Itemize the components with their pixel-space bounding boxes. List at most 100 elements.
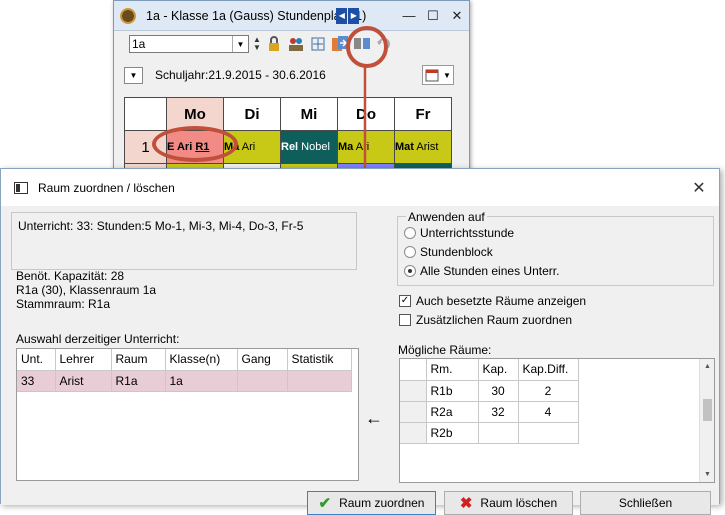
- table-cell: 32: [478, 401, 519, 423]
- day-header[interactable]: Di: [223, 97, 281, 131]
- close-button-label: Schließen: [618, 496, 673, 510]
- radio-label: Alle Stunden eines Unterr.: [420, 264, 560, 278]
- row-header: [400, 422, 427, 444]
- radio-label: Unterrichtsstunde: [420, 226, 515, 240]
- close-icon[interactable]: ✕: [679, 178, 719, 198]
- table-cell: 33: [17, 370, 56, 392]
- teachers-icon[interactable]: [287, 35, 305, 53]
- table-cell: Arist: [55, 370, 112, 392]
- delete-x-icon: ✖: [459, 495, 473, 512]
- column-header[interactable]: Kap.Diff.: [518, 359, 579, 381]
- arrow-left-icon: ←: [365, 408, 383, 428]
- table-cell: R1b: [426, 380, 479, 402]
- timetable-subbar: ▼ Schuljahr:21.9.2015 - 30.6.2016 ▼: [124, 61, 454, 89]
- lesson-subject: Ma: [338, 141, 354, 153]
- table-row[interactable]: R2a 32 4: [400, 401, 579, 423]
- class-select-value: 1a: [132, 37, 146, 51]
- lesson-subject: Rel: [281, 141, 299, 153]
- lesson-teacher: Nobel: [298, 141, 330, 153]
- delete-room-button[interactable]: ✖ Raum löschen: [444, 491, 573, 515]
- chevron-down-icon: ▼: [443, 70, 451, 80]
- radio-label: Stundenblock: [420, 245, 493, 259]
- lesson-info-text: Unterricht: 33: Stunden:5 Mo-1, Mi-3, Mi…: [18, 219, 304, 233]
- lesson-teacher: Arist: [413, 141, 439, 153]
- maximize-icon[interactable]: ☐: [421, 8, 445, 24]
- checkbox-besetzte-raeume[interactable]: ✓ Auch besetzte Räume anzeigen: [399, 294, 586, 308]
- table-row[interactable]: 33 Arist R1a 1a: [17, 370, 352, 392]
- row-header: [400, 401, 427, 423]
- column-header[interactable]: Unt.: [17, 349, 56, 371]
- rooms-scrollbar[interactable]: ▲ ▼: [699, 359, 714, 482]
- scroll-up-icon[interactable]: ▲: [700, 359, 715, 374]
- column-header[interactable]: Kap.: [478, 359, 519, 381]
- table-row[interactable]: R1b 30 2: [400, 380, 579, 402]
- dialog-titlebar: Raum zuordnen / löschen ✕: [1, 169, 719, 206]
- room-assign-dialog: Raum zuordnen / löschen ✕ Unterricht: 33…: [0, 168, 720, 515]
- lesson-info-box: Unterricht: 33: Stunden:5 Mo-1, Mi-3, Mi…: [11, 212, 357, 270]
- column-header[interactable]: Statistik: [287, 349, 352, 371]
- table-cell: [237, 370, 288, 392]
- timetable-nav: ◀ ▶: [336, 7, 360, 24]
- radio-dot: [404, 246, 416, 258]
- radio-dot: [404, 227, 416, 239]
- dialog-window-icon: [14, 181, 28, 194]
- scroll-thumb[interactable]: [703, 399, 712, 421]
- radio-unterrichtsstunde[interactable]: Unterrichtsstunde: [404, 226, 514, 240]
- next-arrow-icon[interactable]: ▶: [348, 7, 360, 24]
- row-header-corner: [400, 359, 427, 381]
- chevron-down-icon: ▼: [232, 36, 248, 52]
- required-capacity-label: Benöt. Kapazität: 28: [16, 269, 125, 283]
- options-dropdown-button[interactable]: ▼: [124, 66, 143, 84]
- window-controls: — ☐ ✕: [397, 8, 469, 24]
- lesson-cell[interactable]: Rel Nobel: [280, 130, 338, 164]
- table-cell: [287, 370, 352, 392]
- move-icon[interactable]: [309, 35, 327, 53]
- highlight-oval-lesson-cell: [152, 126, 238, 162]
- highlight-oval-room-button: [346, 26, 388, 68]
- table-row[interactable]: R2b: [400, 422, 579, 444]
- class-select[interactable]: 1a ▼: [129, 35, 249, 53]
- column-header[interactable]: Rm.: [426, 359, 479, 381]
- current-lesson-label: Auswahl derzeitiger Unterricht:: [16, 332, 180, 346]
- assign-room-label: Raum zuordnen: [339, 496, 425, 510]
- day-header[interactable]: Fr: [394, 97, 452, 131]
- table-cell: 4: [518, 401, 579, 423]
- corner-cell: [124, 97, 167, 131]
- radio-stundenblock[interactable]: Stundenblock: [404, 245, 493, 259]
- column-header[interactable]: Raum: [111, 349, 166, 371]
- home-room-label: Stammraum: R1a: [16, 297, 111, 311]
- table-cell: [518, 422, 579, 444]
- row-header: [400, 380, 427, 402]
- prev-arrow-icon[interactable]: ◀: [336, 7, 348, 24]
- column-header[interactable]: Gang: [237, 349, 288, 371]
- lesson-cell[interactable]: Mat Arist: [394, 130, 452, 164]
- close-button[interactable]: Schließen: [580, 491, 711, 515]
- apply-to-group: Anwenden auf Unterrichtsstunde Stundenbl…: [397, 210, 714, 286]
- dialog-title: Raum zuordnen / löschen: [38, 180, 175, 195]
- table-cell: 30: [478, 380, 519, 402]
- calendar-dropdown[interactable]: ▼: [422, 65, 454, 85]
- table-cell: R2a: [426, 401, 479, 423]
- minimize-icon[interactable]: —: [397, 8, 421, 24]
- assign-room-button[interactable]: ✔ Raum zuordnen: [307, 491, 436, 515]
- lesson-header-row: Unt. Lehrer Raum Klasse(n) Gang Statistik: [17, 349, 352, 371]
- table-cell: [478, 422, 519, 444]
- close-icon[interactable]: ✕: [445, 8, 469, 24]
- day-header[interactable]: Mi: [280, 97, 338, 131]
- column-header[interactable]: Klasse(n): [165, 349, 238, 371]
- calendar-icon: [425, 69, 439, 82]
- schuljahr-label: Schuljahr:21.9.2015 - 30.6.2016: [155, 68, 326, 82]
- radio-alle-stunden[interactable]: Alle Stunden eines Unterr.: [404, 264, 559, 278]
- delete-room-label: Raum löschen: [480, 496, 558, 510]
- table-cell: R2b: [426, 422, 479, 444]
- check-icon: ✔: [318, 495, 332, 512]
- column-header[interactable]: Lehrer: [55, 349, 112, 371]
- scroll-down-icon[interactable]: ▼: [700, 467, 715, 482]
- lesson-teacher: Ari: [239, 141, 256, 153]
- lock-icon[interactable]: [265, 35, 283, 53]
- checkbox-label: Auch besetzte Räume anzeigen: [416, 294, 587, 308]
- checkbox-zusaetzlicher-raum[interactable]: Zusätzlichen Raum zuordnen: [399, 313, 572, 327]
- lesson-table: Unt. Lehrer Raum Klasse(n) Gang Statistik 33 A…: [17, 349, 352, 392]
- current-lesson-grid: Unt. Lehrer Raum Klasse(n) Gang Statistik 33 A…: [16, 348, 359, 481]
- class-spinner[interactable]: ▲ ▼: [253, 36, 261, 52]
